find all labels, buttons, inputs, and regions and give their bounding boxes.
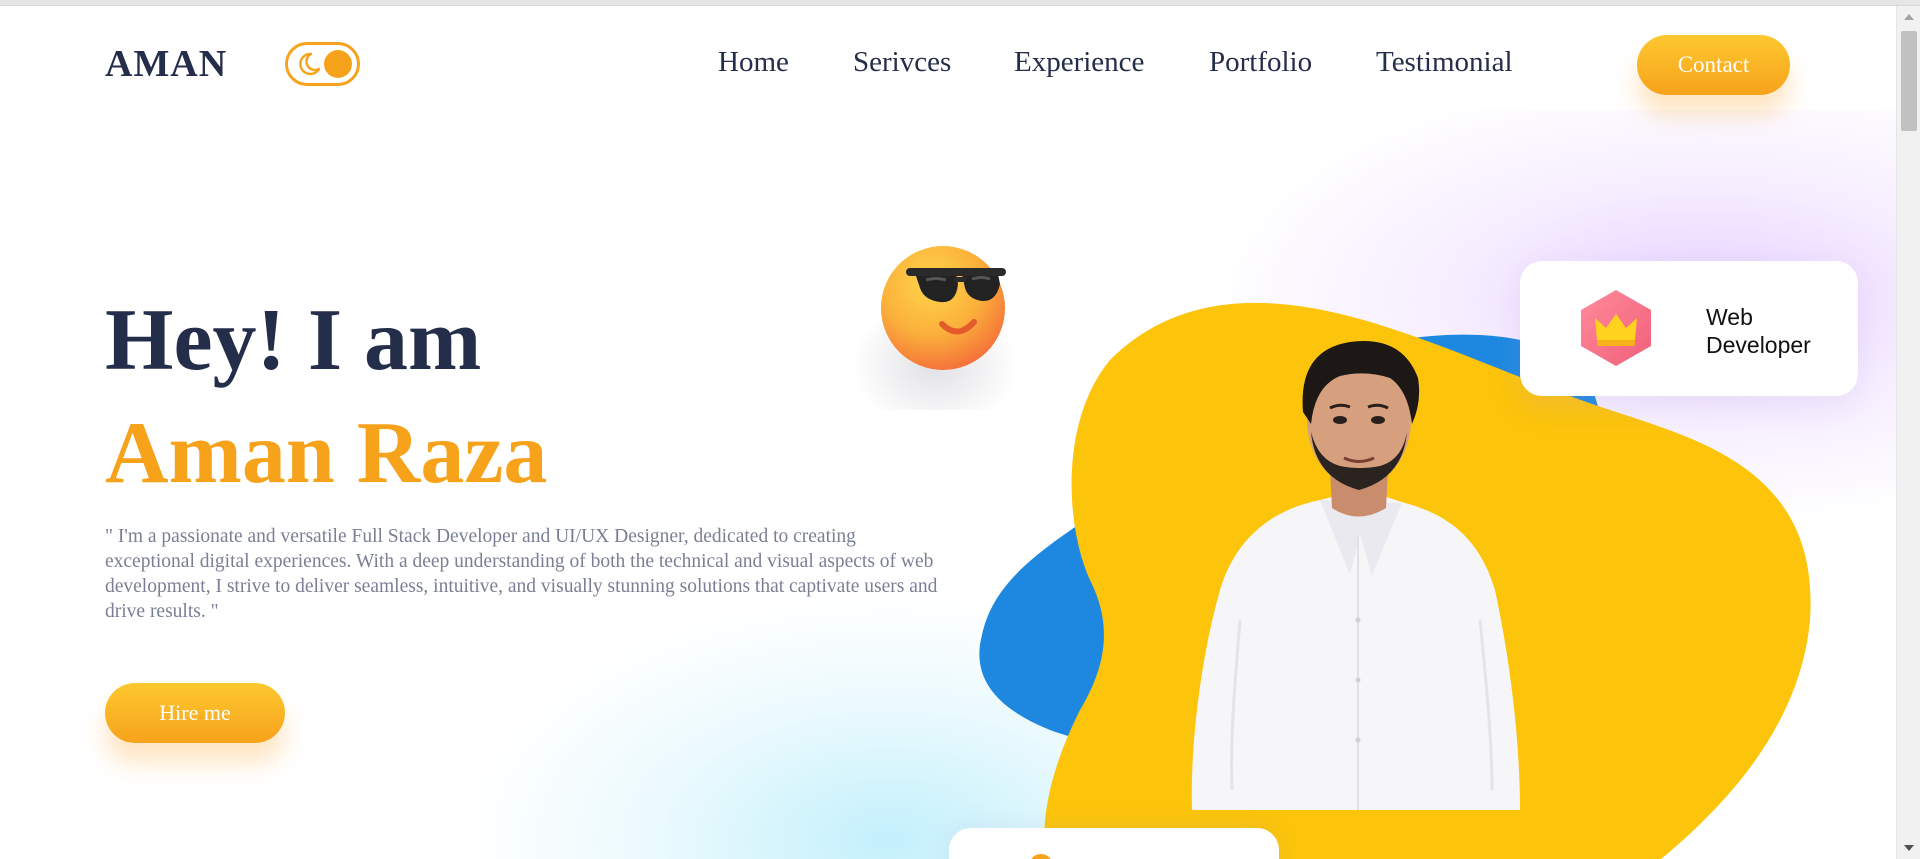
scroll-thumb[interactable] xyxy=(1901,31,1917,131)
hero-name: Aman Raza xyxy=(105,405,548,502)
moon-icon xyxy=(299,52,321,76)
web-developer-card: Web Developer xyxy=(1520,261,1858,396)
floating-card-bottom xyxy=(949,828,1279,859)
nav-home[interactable]: Home xyxy=(718,46,789,79)
nav-testimonial[interactable]: Testimonial xyxy=(1376,46,1513,79)
scroll-up-arrow-icon[interactable] xyxy=(1904,14,1914,20)
hire-me-button[interactable]: Hire me xyxy=(105,683,285,743)
contact-button[interactable]: Contact xyxy=(1637,35,1790,95)
web-developer-label: Web Developer xyxy=(1706,304,1811,358)
crown-icon xyxy=(1581,290,1651,366)
orange-dot-icon xyxy=(1029,854,1053,859)
toggle-knob xyxy=(324,50,352,78)
page-scrollbar[interactable] xyxy=(1896,6,1920,859)
site-logo[interactable]: AMAN xyxy=(105,42,227,86)
hero-greeting: Hey! I am xyxy=(105,292,482,389)
theme-toggle[interactable] xyxy=(285,42,360,86)
profile-photo xyxy=(1191,341,1520,810)
nav-services[interactable]: Serivces xyxy=(853,46,951,79)
nav-portfolio[interactable]: Portfolio xyxy=(1209,46,1312,79)
nav-experience[interactable]: Experience xyxy=(1014,46,1144,79)
browser-top-border xyxy=(0,0,1920,6)
hero-description: " I'm a passionate and versatile Full St… xyxy=(105,526,938,622)
scroll-down-arrow-icon[interactable] xyxy=(1904,845,1914,851)
